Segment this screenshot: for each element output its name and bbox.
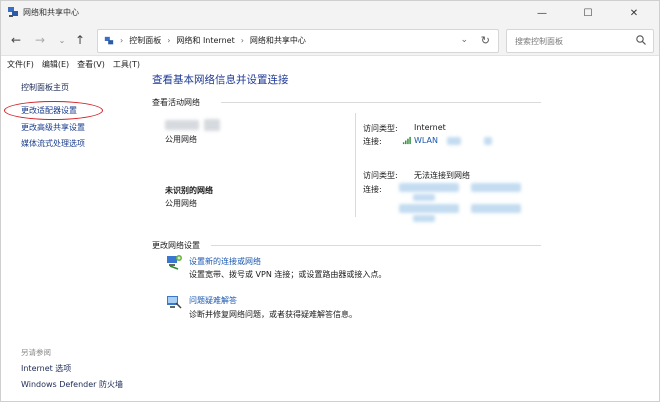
refresh-icon[interactable]: ↻ bbox=[481, 34, 490, 47]
breadcrumb-network-sharing[interactable]: 网络和共享中心 bbox=[250, 35, 306, 46]
internet-options-link[interactable]: Internet 选项 bbox=[21, 363, 71, 374]
chevron-down-icon[interactable]: ⌄ bbox=[460, 35, 468, 45]
advanced-sharing-settings-link[interactable]: 更改高级共享设置 bbox=[21, 122, 85, 133]
divider bbox=[211, 245, 541, 246]
new-connection-icon bbox=[167, 255, 182, 270]
redacted-connections bbox=[413, 215, 435, 222]
vertical-divider bbox=[355, 113, 356, 217]
menu-bar: 文件(F) 编辑(E) 查看(V) 工具(T) bbox=[1, 56, 660, 72]
redacted-network-name bbox=[165, 120, 199, 130]
troubleshoot-icon bbox=[167, 296, 182, 309]
network-2-name: 未识别的网络 bbox=[165, 186, 213, 195]
network-1-conn-label: 连接: bbox=[363, 137, 382, 146]
network-sharing-center-window: 网络和共享中心 — ☐ ✕ ← → ⌄ ↑ › 控制面板 › 网络和 Inter… bbox=[0, 0, 660, 402]
page-title: 查看基本网络信息并设置连接 bbox=[152, 74, 289, 86]
breadcrumb-control-panel[interactable]: 控制面板 bbox=[129, 35, 161, 46]
left-task-pane: 控制面板主页 更改适配器设置 更改高级共享设置 媒体流式处理选项 另请参阅 In… bbox=[1, 72, 143, 401]
setup-new-connection-desc: 设置宽带、拨号或 VPN 连接；或设置路由器或接入点。 bbox=[189, 270, 387, 279]
chevron-right-icon: › bbox=[120, 36, 124, 45]
menu-edit[interactable]: 编辑(E) bbox=[42, 59, 69, 70]
active-networks-header: 查看活动网络 bbox=[152, 98, 200, 107]
address-bar[interactable]: › 控制面板 › 网络和 Internet › 网络和共享中心 ⌄ ↻ bbox=[97, 29, 499, 53]
network-1-access-value: Internet bbox=[414, 123, 446, 132]
troubleshoot-desc: 诊断并修复网络问题，或者获得疑难解答信息。 bbox=[189, 310, 357, 319]
change-network-settings-header: 更改网络设置 bbox=[152, 241, 200, 250]
forward-button[interactable]: → bbox=[31, 31, 49, 49]
menu-view[interactable]: 查看(V) bbox=[77, 59, 105, 70]
close-button[interactable]: ✕ bbox=[611, 1, 657, 25]
control-panel-icon bbox=[104, 36, 114, 44]
network-1-access-label: 访问类型: bbox=[363, 124, 398, 133]
media-streaming-options-link[interactable]: 媒体流式处理选项 bbox=[21, 138, 85, 149]
search-box[interactable] bbox=[506, 29, 654, 53]
redacted-ssid bbox=[447, 137, 461, 145]
redacted-connections bbox=[399, 183, 459, 192]
breadcrumb-network-internet[interactable]: 网络和 Internet bbox=[176, 35, 234, 46]
network-2-access-label: 访问类型: bbox=[363, 171, 398, 180]
network-1-type: 公用网络 bbox=[165, 135, 197, 144]
redacted-connections bbox=[413, 194, 435, 201]
back-button[interactable]: ← bbox=[7, 31, 25, 49]
highlight-circle bbox=[4, 101, 103, 120]
maximize-button[interactable]: ☐ bbox=[565, 1, 611, 25]
see-also-heading: 另请参阅 bbox=[21, 348, 51, 357]
wlan-connection-link[interactable]: WLAN bbox=[414, 136, 438, 145]
network-2-type: 公用网络 bbox=[165, 199, 197, 208]
setup-new-connection-link[interactable]: 设置新的连接或网络 bbox=[189, 256, 261, 267]
network-center-icon bbox=[8, 7, 18, 17]
windows-defender-firewall-link[interactable]: Windows Defender 防火墙 bbox=[21, 379, 123, 390]
search-input[interactable] bbox=[513, 34, 632, 48]
redacted-connections bbox=[399, 204, 459, 213]
chevron-right-icon: › bbox=[240, 36, 244, 45]
up-button[interactable]: ↑ bbox=[71, 31, 89, 49]
redacted-connections bbox=[471, 204, 521, 213]
chevron-right-icon: › bbox=[167, 36, 171, 45]
minimize-button[interactable]: — bbox=[519, 1, 565, 25]
redacted-network-name-suffix bbox=[204, 119, 220, 131]
network-2-access-value: 无法连接到网络 bbox=[414, 171, 470, 180]
network-2-conn-label: 连接: bbox=[363, 185, 382, 194]
title-bar: 网络和共享中心 — ☐ ✕ bbox=[1, 1, 659, 25]
redacted-connections bbox=[471, 183, 521, 192]
control-panel-home-link[interactable]: 控制面板主页 bbox=[21, 82, 69, 93]
window-title: 网络和共享中心 bbox=[23, 8, 79, 17]
redacted-ssid-suffix bbox=[484, 137, 492, 145]
menu-file[interactable]: 文件(F) bbox=[7, 59, 34, 70]
divider bbox=[221, 102, 541, 103]
address-row: ← → ⌄ ↑ › 控制面板 › 网络和 Internet › 网络和共享中心 … bbox=[1, 25, 659, 56]
wifi-signal-icon bbox=[402, 136, 411, 145]
search-icon[interactable] bbox=[635, 34, 647, 46]
recent-locations-button[interactable]: ⌄ bbox=[53, 31, 71, 49]
menu-tools[interactable]: 工具(T) bbox=[113, 59, 140, 70]
troubleshoot-link[interactable]: 问题疑难解答 bbox=[189, 295, 237, 306]
